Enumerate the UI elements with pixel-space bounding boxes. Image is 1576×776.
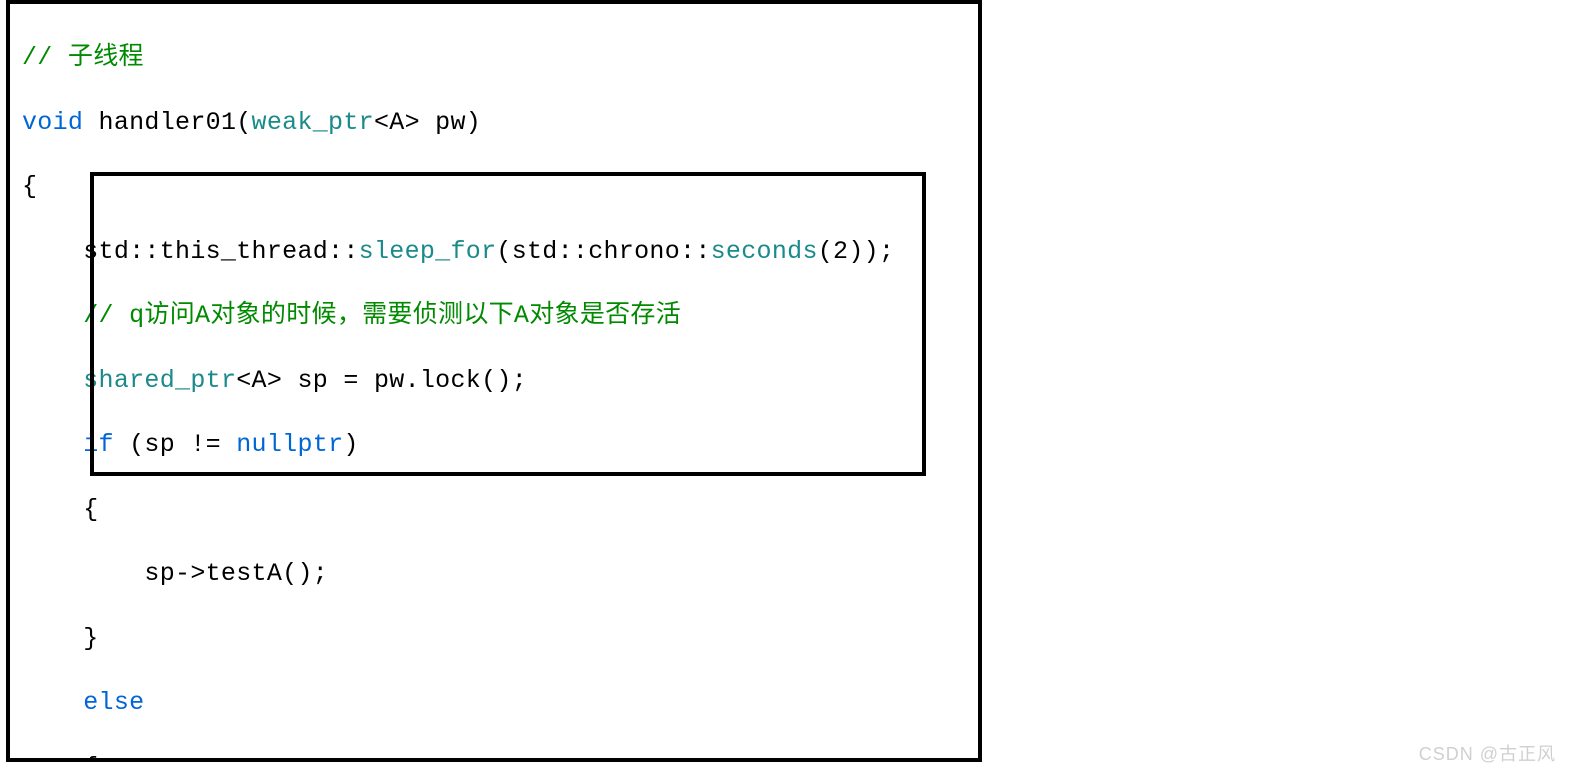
code-line: // q访问A对象的时候，需要侦测以下A对象是否存活 [10, 300, 978, 332]
code-line: { [10, 752, 978, 762]
text: (std::chrono:: [496, 237, 710, 266]
text: std::this_thread:: [22, 237, 359, 266]
code-line: { [10, 494, 978, 526]
code-line: if (sp != nullptr) [10, 429, 978, 461]
keyword-if: if [83, 430, 114, 459]
brace: { [22, 495, 99, 524]
comment: // q访问A对象的时候，需要侦测以下A对象是否存活 [22, 301, 681, 330]
text: sp->testA(); [22, 559, 328, 588]
code-line: else [10, 687, 978, 719]
code-line: } [10, 623, 978, 655]
func-sleep-for: sleep_for [359, 237, 497, 266]
type-shared-ptr: shared_ptr [83, 366, 236, 395]
func-seconds: seconds [711, 237, 818, 266]
brace: } [22, 624, 99, 653]
brace: { [22, 172, 37, 201]
text: handler01( [83, 108, 251, 137]
code-line: void handler01(weak_ptr<A> pw) [10, 107, 978, 139]
code-line: std::this_thread::sleep_for(std::chrono:… [10, 236, 978, 268]
code-block: // 子线程 void handler01(weak_ptr<A> pw) { … [10, 4, 978, 762]
indent [22, 430, 83, 459]
code-line: shared_ptr<A> sp = pw.lock(); [10, 365, 978, 397]
keyword-nullptr: nullptr [236, 430, 343, 459]
code-editor-panel: // 子线程 void handler01(weak_ptr<A> pw) { … [6, 0, 982, 762]
indent [22, 366, 83, 395]
indent [22, 688, 83, 717]
comment: // 子线程 [22, 43, 144, 72]
keyword-else: else [83, 688, 144, 717]
viewport: // 子线程 void handler01(weak_ptr<A> pw) { … [0, 0, 1576, 776]
text: (sp != [114, 430, 236, 459]
text: <A> sp = pw.lock(); [236, 366, 527, 395]
keyword-void: void [22, 108, 83, 137]
code-line: sp->testA(); [10, 558, 978, 590]
type-weak-ptr: weak_ptr [252, 108, 374, 137]
brace: { [22, 753, 99, 762]
code-line: { [10, 171, 978, 203]
code-line: // 子线程 [10, 42, 978, 74]
text: ) [343, 430, 358, 459]
csdn-watermark: CSDN @古正风 [1419, 740, 1556, 766]
text: <A> pw) [374, 108, 481, 137]
text: (2)); [818, 237, 895, 266]
